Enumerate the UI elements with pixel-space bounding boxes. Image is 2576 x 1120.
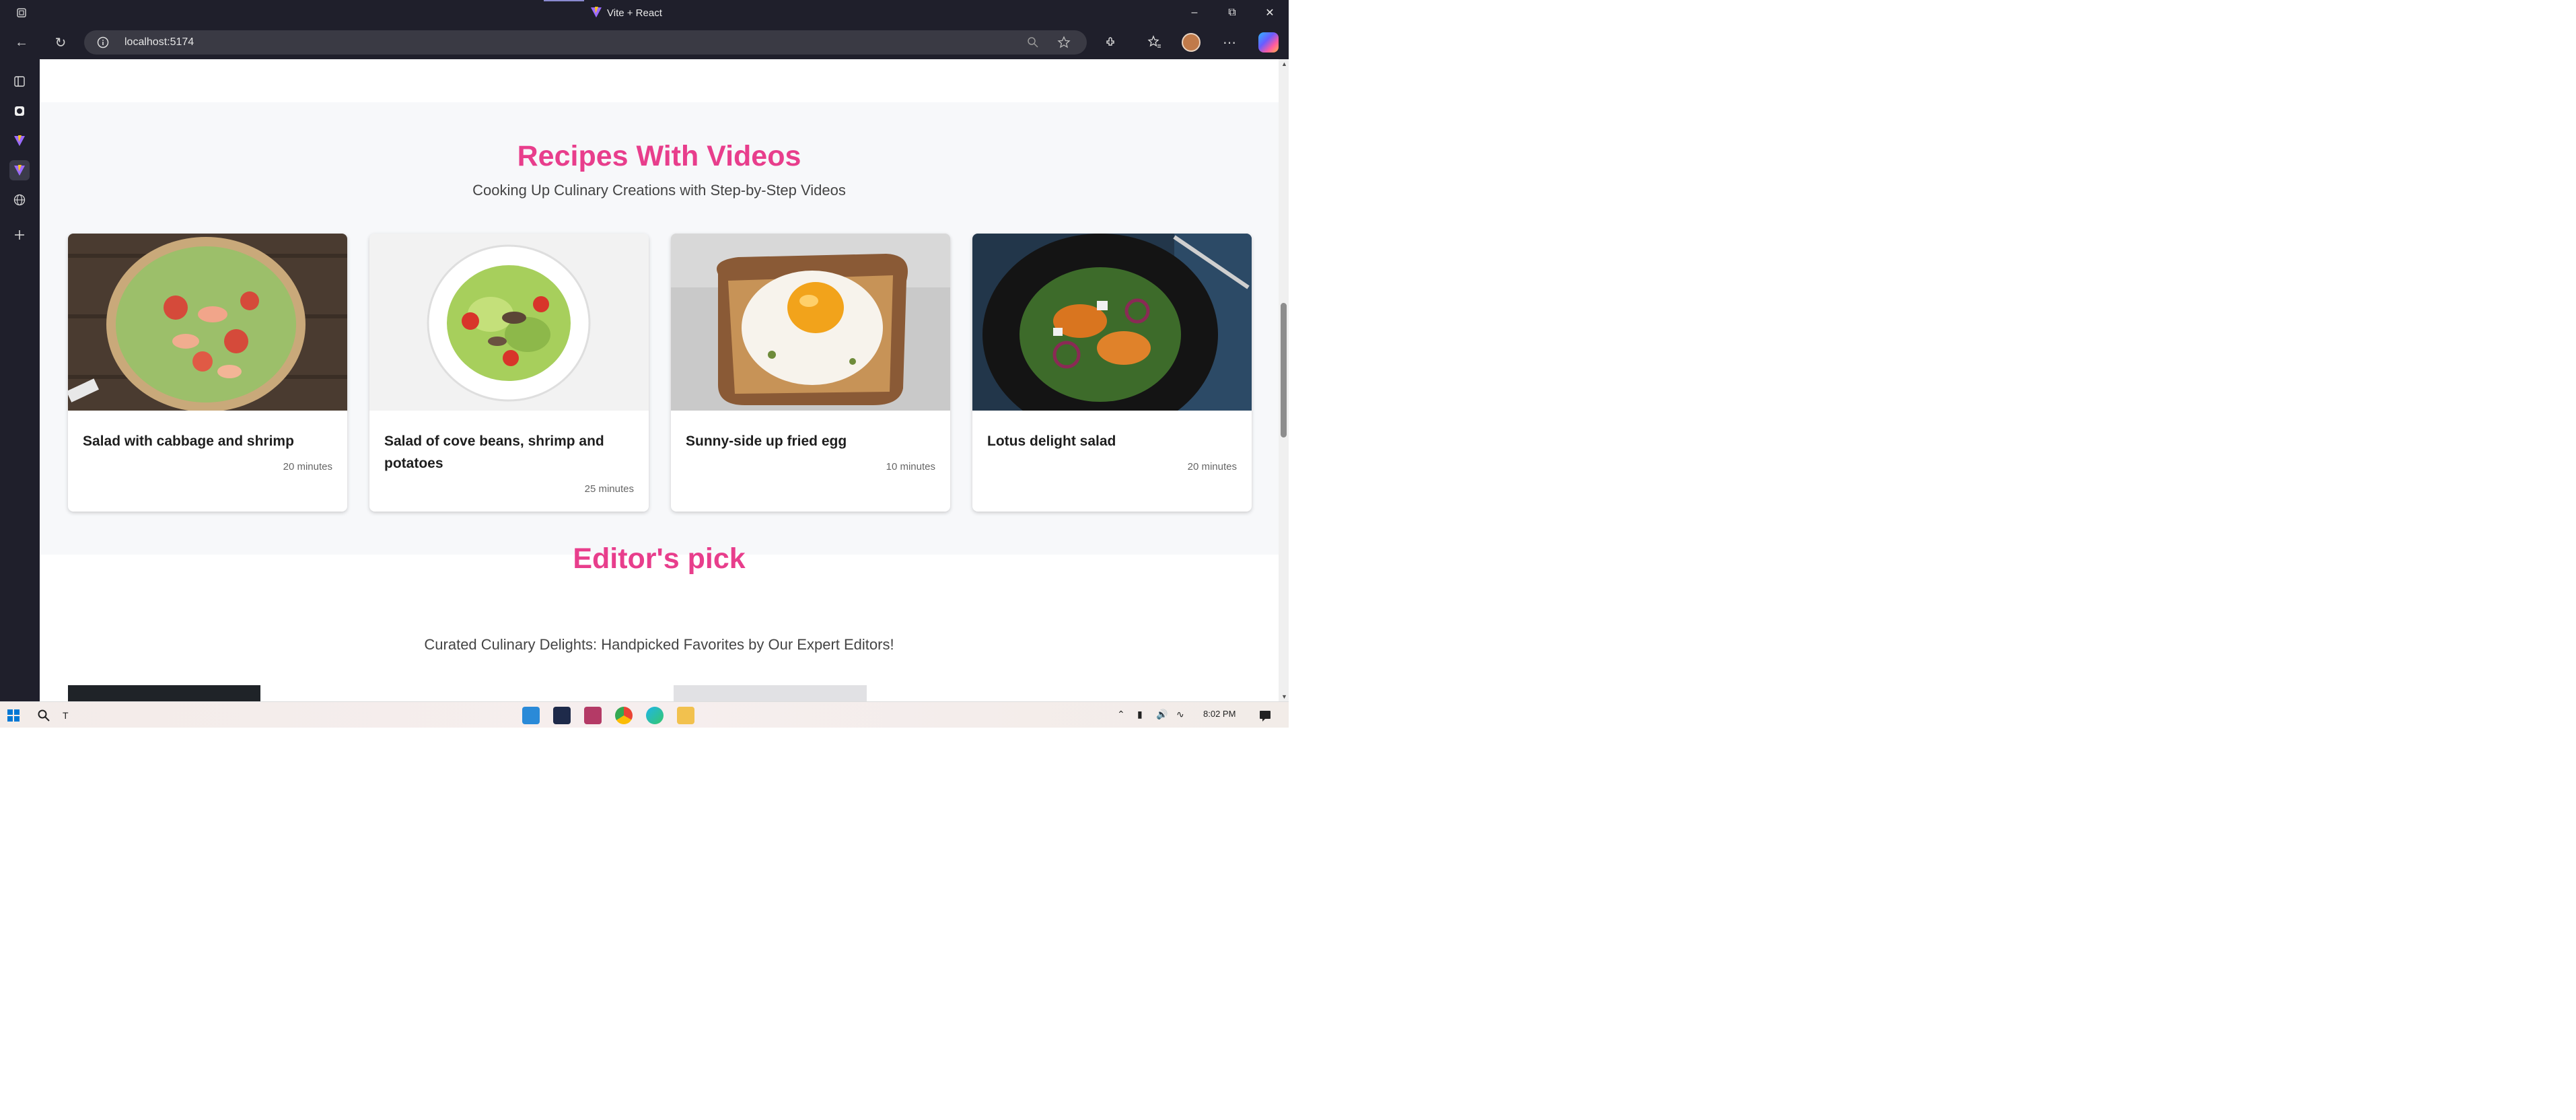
editors-pick-image[interactable] [674,685,867,701]
edge-icon[interactable] [646,707,664,724]
desktop-screen: Vite + React – ⧉ ✕ ← ↻ localhost:5174 ⋯ [0,0,1289,728]
recipe-time: 10 minutes [886,461,935,473]
page-scrollbar[interactable]: ▲ ▼ [1279,59,1289,701]
recipe-card[interactable]: Lotus delight salad 20 minutes [972,234,1252,512]
recipe-time: 25 minutes [584,483,634,495]
sidebar-tab-1-icon[interactable] [9,101,30,121]
section-title: Recipes With Videos [517,140,801,172]
vite-logo-icon [591,7,602,18]
recipe-time: 20 minutes [1187,461,1237,473]
copilot-icon[interactable] [1258,32,1279,53]
address-url: localhost:5174 [124,36,194,48]
extensions-icon[interactable] [1102,33,1120,52]
page-viewport: Recipes With Videos Cooking Up Culinary … [40,59,1279,701]
recipe-image [972,234,1252,411]
section-subtitle: Cooking Up Culinary Creations with Step-… [472,182,846,199]
browser-toolbar: ← ↻ localhost:5174 ⋯ [0,26,1289,59]
windows-start-icon[interactable] [7,709,20,722]
recipes-with-videos-section: Recipes With Videos Cooking Up Culinary … [40,102,1279,555]
recipe-name: Lotus delight salad [987,433,1116,449]
volume-icon[interactable]: 🔊 [1156,709,1168,720]
recipe-name: Sunny-side up fried egg [686,433,847,449]
back-button[interactable]: ← [12,33,31,52]
recipe-card[interactable]: Salad with cabbage and shrimp 20 minutes [68,234,347,512]
recipe-name: Salad of cove beans, shrimp and potatoes [384,433,604,471]
section-title: Editor's pick [573,542,746,575]
scrollbar-thumb[interactable] [1281,303,1287,438]
recipe-time: 20 minutes [283,461,332,473]
more-menu-icon[interactable]: ⋯ [1220,33,1239,52]
reload-button[interactable]: ↻ [51,33,70,52]
scroll-down-arrow-icon[interactable]: ▼ [1281,693,1287,700]
window-title: Vite + React [607,7,662,19]
app-icon[interactable] [584,707,602,724]
chrome-icon[interactable] [615,707,633,724]
recipe-image [671,234,950,411]
new-tab-plus-icon[interactable] [9,225,30,245]
network-icon[interactable]: ∿ [1176,709,1184,720]
notifications-icon[interactable] [1258,709,1272,722]
taskbar-search-text[interactable]: T [63,710,69,721]
file-explorer-icon[interactable] [677,707,694,724]
tab-indicator [544,0,584,1]
recipe-image [68,234,347,411]
taskbar-clock[interactable]: 8:02 PM [1203,709,1236,719]
search-icon[interactable] [37,709,50,722]
favorites-icon[interactable] [1145,33,1164,52]
zoom-icon[interactable] [1026,36,1040,49]
vscode-icon[interactable] [522,707,540,724]
profile-avatar[interactable] [1182,33,1201,52]
recipe-image [369,234,649,411]
tray-chevron-up-icon[interactable]: ⌃ [1117,709,1125,720]
sidebar-tab-vite-active-icon[interactable] [9,160,30,180]
address-bar[interactable]: localhost:5174 [84,30,1087,55]
close-window-button[interactable]: ✕ [1251,0,1289,26]
section-subtitle: Curated Culinary Delights: Handpicked Fa… [424,636,894,653]
scroll-up-arrow-icon[interactable]: ▲ [1281,61,1287,67]
site-info-icon[interactable] [96,36,110,49]
recipe-name: Salad with cabbage and shrimp [83,433,294,449]
editors-pick-image[interactable] [68,685,260,701]
recipe-card[interactable]: Salad of cove beans, shrimp and potatoes… [369,234,649,512]
workspaces-icon[interactable] [15,6,28,20]
window-title-bar: Vite + React – ⧉ ✕ [0,0,1289,26]
favorite-star-icon[interactable] [1057,36,1071,49]
vertical-tab-sidebar [0,59,40,701]
windows-taskbar: T ⌃ ▮ 🔊 ∿ 8:02 PM [0,701,1289,728]
sidebar-tab-globe-icon[interactable] [9,190,30,210]
battery-icon[interactable]: ▮ [1137,709,1143,720]
recipe-card[interactable]: Sunny-side up fried egg 10 minutes [671,234,950,512]
terminal-app-icon[interactable] [553,707,571,724]
minimize-button[interactable]: – [1176,0,1213,26]
sidebar-tab-actions-icon[interactable] [9,71,30,92]
sidebar-tab-vite-icon[interactable] [9,131,30,151]
maximize-button[interactable]: ⧉ [1213,0,1251,26]
